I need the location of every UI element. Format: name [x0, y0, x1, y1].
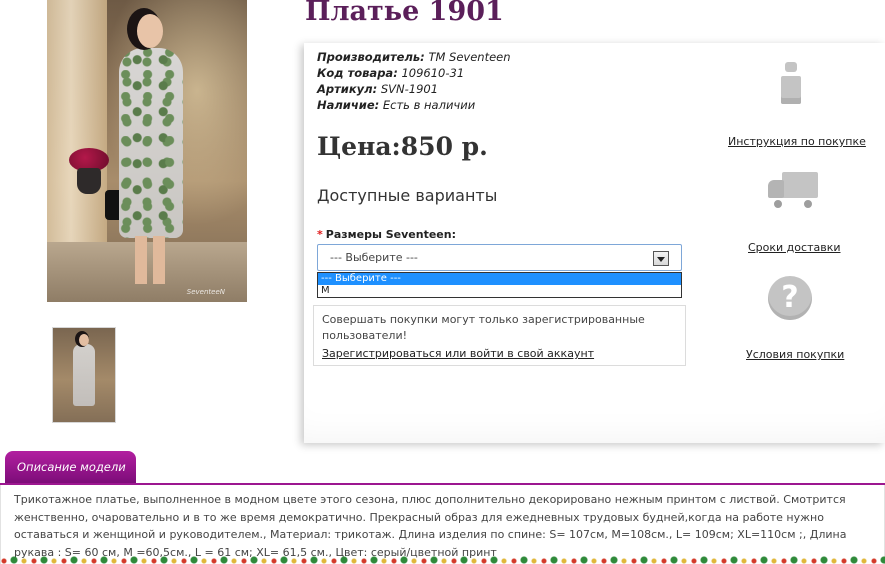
size-select-value: --- Выберите ---: [330, 251, 418, 264]
thumbnail-dress: [73, 344, 95, 406]
truck-icon-cab: [768, 180, 784, 198]
question-icon[interactable]: ?: [768, 276, 812, 320]
photo-dress: [119, 48, 183, 238]
size-label: * Размеры Seventeen:: [317, 228, 456, 241]
login-notice-text: Совершать покупки могут только зарегистр…: [322, 313, 645, 342]
login-notice: Совершать покупки могут только зарегистр…: [313, 305, 686, 366]
spec-manufacturer: Производитель: ТМ Seventeen: [317, 50, 511, 64]
photo-vase: [77, 168, 101, 194]
truck-icon-wheel: [802, 198, 814, 210]
spec-product-code: Код товара: 109610-31: [317, 66, 464, 80]
photo-model-legs: [135, 236, 165, 284]
variants-heading: Доступные варианты: [317, 186, 498, 205]
product-main-photo[interactable]: SeventeeN: [47, 0, 247, 302]
product-thumbnail[interactable]: [52, 327, 116, 423]
spec-label: Артикул:: [317, 82, 378, 96]
thumbnail-model-head: [79, 334, 89, 346]
spec-label: Код товара:: [317, 66, 398, 80]
register-login-link[interactable]: Зарегистрироваться или войти в свой акка…: [322, 346, 677, 362]
model-description-text: Трикотажное платье, выполненное в модном…: [0, 485, 885, 564]
truck-icon-wheel: [772, 198, 784, 210]
size-option-m[interactable]: M: [318, 285, 681, 297]
size-option-default[interactable]: --- Выберите ---: [318, 273, 681, 285]
spec-article: Артикул: SVN-1901: [317, 82, 438, 96]
truck-icon[interactable]: [768, 172, 818, 210]
purchase-instruction-link[interactable]: Инструкция по покупке: [728, 135, 866, 148]
truck-icon-box: [782, 172, 818, 198]
size-dropdown-list: --- Выберите --- M: [317, 272, 682, 298]
info-icon[interactable]: [779, 62, 803, 104]
spec-label: Производитель:: [317, 50, 425, 64]
tab-model-description[interactable]: Описание модели: [5, 451, 136, 484]
info-icon-bar: [781, 76, 801, 104]
spec-availability: Наличие: Есть в наличии: [317, 98, 475, 112]
spec-value: ТМ Seventeen: [428, 50, 511, 64]
photo-signature: SeventeeN: [186, 288, 225, 296]
spec-label: Наличие:: [317, 98, 380, 112]
size-label-text: Размеры Seventeen:: [325, 228, 456, 241]
product-price: Цена:850 р.: [317, 132, 488, 161]
decorative-garland: [0, 556, 885, 564]
spec-value: SVN-1901: [380, 82, 439, 96]
delivery-terms-link[interactable]: Сроки доставки: [748, 241, 841, 254]
spec-value: 109610-31: [401, 66, 465, 80]
product-title: Платье 1901: [305, 0, 504, 27]
photo-model-head: [137, 14, 163, 48]
purchase-terms-link[interactable]: Условия покупки: [746, 348, 844, 361]
size-select[interactable]: --- Выберите ---: [317, 244, 682, 271]
spec-value: Есть в наличии: [382, 98, 476, 112]
chevron-down-icon[interactable]: [653, 251, 669, 266]
required-mark: *: [317, 228, 323, 241]
info-icon-dot: [785, 62, 797, 72]
